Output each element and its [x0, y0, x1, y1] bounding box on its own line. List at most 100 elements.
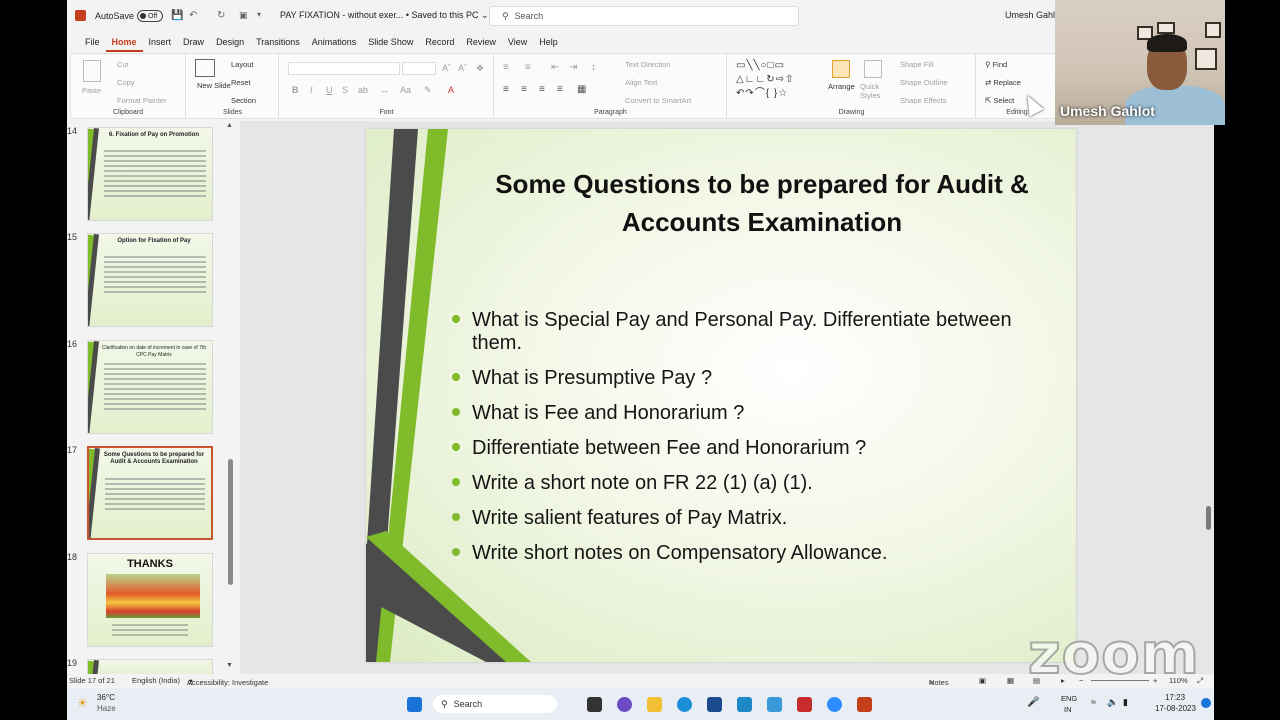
slide-title[interactable]: Some Questions to be prepared for Audit …: [452, 165, 1072, 241]
change-case-icon[interactable]: Aa: [400, 85, 411, 95]
present-icon[interactable]: ▣: [239, 10, 248, 21]
underline-button[interactable]: U: [326, 85, 333, 95]
font-color-icon[interactable]: A: [448, 85, 454, 95]
current-slide[interactable]: Some Questions to be prepared for Audit …: [366, 129, 1076, 662]
quick-styles-icon[interactable]: [864, 60, 882, 78]
text-direction-button[interactable]: Text Direction: [625, 60, 670, 69]
account-name[interactable]: Umesh Gahlot: [1005, 10, 1063, 20]
bullet-item[interactable]: Write salient features of Pay Matrix.: [452, 507, 1052, 530]
undo-icon[interactable]: ↶: [189, 10, 197, 21]
language-indicator[interactable]: English (India): [132, 676, 180, 685]
store-icon[interactable]: [707, 697, 722, 712]
select-button[interactable]: ⇱ Select: [985, 96, 1014, 105]
thumbnails-scrollbar[interactable]: [228, 459, 233, 585]
increase-indent-icon[interactable]: ⇥: [569, 62, 577, 73]
bullet-item[interactable]: What is Special Pay and Personal Pay. Di…: [452, 309, 1052, 355]
paste-label[interactable]: Paste: [82, 86, 101, 95]
canvas-scrollbar[interactable]: [1206, 506, 1211, 530]
notification-badge[interactable]: [1201, 698, 1211, 708]
new-slide-button[interactable]: New Slide: [197, 81, 231, 90]
highlight-icon[interactable]: ✎: [424, 85, 432, 96]
reset-button[interactable]: Reset: [231, 78, 251, 87]
autosave-control[interactable]: AutoSave Off: [95, 10, 164, 22]
microphone-icon[interactable]: 🎤: [1027, 697, 1039, 708]
weather-icon[interactable]: ☀: [77, 696, 88, 710]
tab-slide-show[interactable]: Slide Show: [362, 34, 419, 52]
powerpoint-taskbar-icon[interactable]: [857, 697, 872, 712]
italic-button[interactable]: I: [310, 85, 313, 95]
align-text-button[interactable]: Align Text: [625, 78, 657, 87]
arrange-button[interactable]: Arrange: [828, 82, 855, 91]
mcafee-icon[interactable]: [797, 697, 812, 712]
decrease-font-icon[interactable]: Aˇ: [458, 63, 467, 73]
font-size-box[interactable]: [402, 62, 436, 75]
tab-design[interactable]: Design: [210, 34, 250, 52]
bullet-item[interactable]: What is Fee and Honorarium ?: [452, 402, 1052, 425]
redo-icon[interactable]: ↻: [217, 10, 225, 21]
slide-sorter-icon[interactable]: ▦: [1007, 676, 1014, 685]
clock-time[interactable]: 17:23: [1165, 693, 1185, 702]
title-search-box[interactable]: ⚲ Search: [489, 6, 799, 26]
learning-app-icon[interactable]: [737, 697, 752, 712]
align-right-icon[interactable]: ≡: [539, 84, 545, 95]
shape-fill-button[interactable]: Shape Fill: [900, 60, 933, 69]
volume-icon[interactable]: 🔈: [1107, 697, 1118, 708]
replace-button[interactable]: ⇄ Replace: [985, 78, 1021, 87]
slide-thumbnail-15[interactable]: Option for Fixation of Pay: [87, 233, 213, 327]
layout-button[interactable]: Layout: [231, 60, 254, 69]
tab-home[interactable]: Home: [105, 34, 143, 52]
zoom-app-icon[interactable]: [827, 697, 842, 712]
scroll-down-icon[interactable]: ▼: [226, 662, 233, 669]
battery-icon[interactable]: ▮: [1123, 697, 1128, 708]
tab-file[interactable]: File: [79, 34, 106, 52]
shape-effects-button[interactable]: Shape Effects: [900, 96, 947, 105]
format-painter-button[interactable]: Format Painter: [117, 96, 167, 105]
paste-icon[interactable]: [83, 60, 101, 82]
wifi-icon[interactable]: ≈: [1091, 697, 1096, 707]
tab-insert[interactable]: Insert: [143, 34, 178, 52]
align-center-icon[interactable]: ≡: [521, 84, 527, 95]
slide-thumbnail-14[interactable]: 6. Fixation of Pay on Promotion: [87, 127, 213, 221]
columns-icon[interactable]: ▦: [577, 84, 586, 95]
numbering-icon[interactable]: ≡: [525, 62, 531, 73]
slide-thumbnail-17[interactable]: Some Questions to be prepared for Audit …: [87, 446, 213, 540]
section-button[interactable]: Section: [231, 96, 256, 105]
find-button[interactable]: ⚲ Find: [985, 60, 1007, 69]
line-spacing-icon[interactable]: ↕: [591, 62, 596, 73]
tab-review[interactable]: Review: [460, 34, 502, 52]
cut-button[interactable]: Cut: [117, 60, 129, 69]
document-title[interactable]: PAY FIXATION - without exer... • Saved t…: [280, 10, 489, 21]
justify-icon[interactable]: ≡: [557, 84, 563, 95]
char-spacing-icon[interactable]: ↔: [380, 85, 389, 95]
tab-animations[interactable]: Animations: [306, 34, 363, 52]
font-name-box[interactable]: [288, 62, 400, 75]
file-explorer-icon[interactable]: [647, 697, 662, 712]
shadow-button[interactable]: ab: [358, 85, 368, 95]
shapes-gallery[interactable]: ▭╲╲○□▭ △∟∟↻⇨⇧ ↶↷⌒{ }☆: [736, 59, 822, 101]
slide-bullet-list[interactable]: What is Special Pay and Personal Pay. Di…: [452, 309, 1052, 577]
bullet-item[interactable]: Write short notes on Compensatory Allowa…: [452, 542, 1052, 565]
copy-button[interactable]: Copy: [117, 78, 135, 87]
slide-thumbnail-18[interactable]: THANKS: [87, 553, 213, 647]
slide-thumbnail-16[interactable]: Clarification on date of increment in ca…: [87, 340, 213, 434]
tab-transitions[interactable]: Transitions: [250, 34, 306, 52]
windows-start-icon[interactable]: [407, 697, 422, 712]
tab-help[interactable]: Help: [533, 34, 564, 52]
weather-temp[interactable]: 36°C: [97, 693, 115, 702]
tab-view[interactable]: View: [502, 34, 533, 52]
bullet-item[interactable]: What is Presumptive Pay ?: [452, 367, 1052, 390]
customize-toolbar-icon[interactable]: ▾: [257, 10, 261, 19]
increase-font-icon[interactable]: Aˆ: [442, 63, 451, 73]
input-language[interactable]: ENG: [1061, 694, 1077, 703]
tools-app-icon[interactable]: [767, 697, 782, 712]
shape-outline-button[interactable]: Shape Outline: [900, 78, 948, 87]
save-icon[interactable]: 💾: [171, 10, 183, 21]
clear-format-icon[interactable]: ❖: [476, 63, 484, 74]
bullet-item[interactable]: Differentiate between Fee and Honorarium…: [452, 437, 1052, 460]
bullets-icon[interactable]: ≡: [503, 62, 509, 73]
bullet-item[interactable]: Write a short note on FR 22 (1) (a) (1).: [452, 472, 1052, 495]
tab-draw[interactable]: Draw: [177, 34, 210, 52]
convert-smartart-button[interactable]: Convert to SmartArt: [625, 96, 691, 105]
strikethrough-button[interactable]: S: [342, 85, 348, 95]
scroll-up-icon[interactable]: ▲: [226, 122, 233, 129]
